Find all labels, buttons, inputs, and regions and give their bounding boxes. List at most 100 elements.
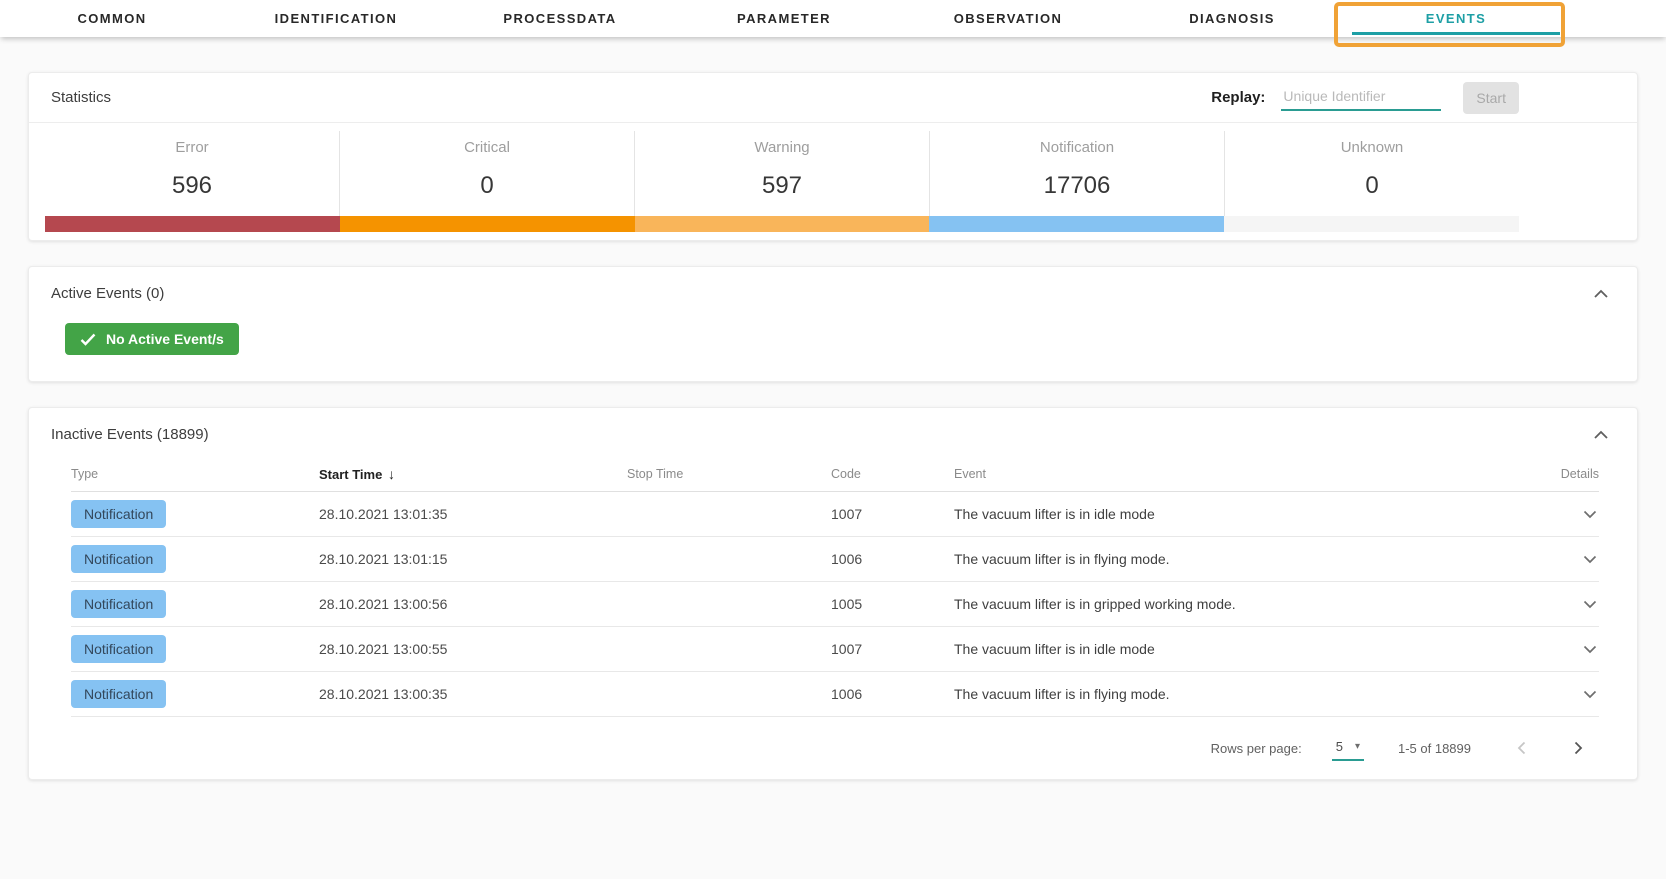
counter-unknown: Unknown 0 (1224, 131, 1519, 216)
column-header-details: Details (1537, 467, 1599, 481)
code-cell: 1007 (831, 641, 954, 657)
tab-parameter[interactable]: PARAMETER (672, 0, 896, 37)
bar-segment-critical (340, 216, 635, 232)
statistics-header: Statistics Replay: Start (29, 73, 1637, 123)
pagination-range-label: 1-5 of 18899 (1398, 741, 1471, 756)
expand-details-button[interactable] (1581, 686, 1599, 703)
statistics-counters: Error 596 Critical 0 Warning 597 Notific… (45, 131, 1519, 216)
event-cell: The vacuum lifter is in flying mode. (954, 551, 1537, 567)
counter-critical: Critical 0 (339, 131, 634, 216)
active-events-title: Active Events (0) (51, 285, 164, 302)
collapse-inactive-events-button[interactable] (1589, 426, 1613, 444)
table-pagination: Rows per page: 5 ▾ 1-5 of 18899 (29, 717, 1637, 779)
tab-label: COMMON (77, 11, 146, 26)
counter-notification: Notification 17706 (929, 131, 1224, 216)
replay-label: Replay: (1211, 89, 1265, 106)
start-time-cell: 28.10.2021 13:00:35 (319, 686, 627, 702)
tab-label: PARAMETER (737, 11, 831, 26)
event-type-chip: Notification (71, 545, 166, 573)
tab-label: DIAGNOSIS (1189, 11, 1275, 26)
tab-identification[interactable]: IDENTIFICATION (224, 0, 448, 37)
counter-label: Error (45, 139, 339, 156)
chevron-down-icon (1583, 510, 1597, 519)
chevron-up-icon (1593, 430, 1609, 440)
expand-details-button[interactable] (1581, 596, 1599, 613)
event-type-chip: Notification (71, 635, 166, 663)
active-events-card: Active Events (0) No Active Event/s (28, 266, 1638, 382)
bar-segment-error (45, 216, 340, 232)
counter-value: 596 (45, 172, 339, 200)
event-cell: The vacuum lifter is in gripped working … (954, 596, 1537, 612)
tab-label: PROCESSDATA (503, 11, 616, 26)
table-row: Notification 28.10.2021 13:00:55 1007 Th… (71, 627, 1599, 672)
highlight-annotation-box (1334, 2, 1565, 47)
start-time-cell: 28.10.2021 13:01:35 (319, 506, 627, 522)
unique-identifier-input[interactable] (1281, 84, 1441, 111)
event-cell: The vacuum lifter is in idle mode (954, 506, 1537, 522)
chevron-down-icon (1583, 600, 1597, 609)
bar-segment-notification (929, 216, 1224, 232)
badge-label: No Active Event/s (106, 331, 224, 347)
bar-segment-unknown (1224, 216, 1519, 232)
statistics-card: Statistics Replay: Start Error 596 Criti… (28, 72, 1638, 241)
start-time-cell: 28.10.2021 13:00:55 (319, 641, 627, 657)
counter-value: 0 (1225, 172, 1519, 200)
column-header-code: Code (831, 467, 954, 481)
chevron-up-icon (1593, 289, 1609, 299)
tab-observation[interactable]: OBSERVATION (896, 0, 1120, 37)
tab-diagnosis[interactable]: DIAGNOSIS (1120, 0, 1344, 37)
events-page: COMMON IDENTIFICATION PROCESSDATA PARAME… (0, 0, 1666, 879)
expand-details-button[interactable] (1581, 506, 1599, 523)
table-row: Notification 28.10.2021 13:01:35 1007 Th… (71, 492, 1599, 537)
tab-label: OBSERVATION (954, 11, 1063, 26)
bar-segment-warning (635, 216, 930, 232)
check-icon (80, 333, 96, 346)
column-header-type: Type (71, 467, 319, 481)
expand-details-button[interactable] (1581, 641, 1599, 658)
counter-value: 17706 (930, 172, 1224, 200)
active-events-header: Active Events (0) (29, 267, 1637, 303)
tab-label: IDENTIFICATION (275, 11, 398, 26)
counter-value: 597 (635, 172, 929, 200)
event-cell: The vacuum lifter is in flying mode. (954, 686, 1537, 702)
statistics-title: Statistics (51, 89, 111, 106)
counter-error: Error 596 (45, 131, 339, 216)
counter-label: Critical (340, 139, 634, 156)
dropdown-arrow-icon: ▾ (1355, 741, 1360, 752)
counter-value: 0 (340, 172, 634, 200)
inactive-events-header: Inactive Events (18899) (29, 408, 1637, 444)
chevron-down-icon (1583, 555, 1597, 564)
tab-list: COMMON IDENTIFICATION PROCESSDATA PARAME… (0, 0, 1568, 37)
next-page-button[interactable] (1570, 737, 1587, 759)
counter-warning: Warning 597 (634, 131, 929, 216)
column-header-event: Event (954, 467, 1537, 481)
collapse-active-events-button[interactable] (1589, 285, 1613, 303)
rows-per-page-select[interactable]: 5 ▾ (1332, 736, 1364, 761)
event-cell: The vacuum lifter is in idle mode (954, 641, 1537, 657)
chevron-down-icon (1583, 690, 1597, 699)
column-header-stop-time: Stop Time (627, 467, 831, 481)
chevron-down-icon (1583, 645, 1597, 654)
table-row: Notification 28.10.2021 13:01:15 1006 Th… (71, 537, 1599, 582)
tab-common[interactable]: COMMON (0, 0, 224, 37)
replay-controls: Replay: Start (1211, 82, 1519, 114)
sort-descending-icon: ↓ (388, 466, 395, 482)
expand-details-button[interactable] (1581, 551, 1599, 568)
event-type-chip: Notification (71, 500, 166, 528)
table-row: Notification 28.10.2021 13:00:56 1005 Th… (71, 582, 1599, 627)
tab-processdata[interactable]: PROCESSDATA (448, 0, 672, 37)
event-type-chip: Notification (71, 590, 166, 618)
rows-per-page-label: Rows per page: (1211, 741, 1302, 756)
main-content: Statistics Replay: Start Error 596 Criti… (28, 72, 1638, 780)
rows-per-page-value: 5 (1336, 739, 1343, 754)
code-cell: 1005 (831, 596, 954, 612)
inactive-events-card: Inactive Events (18899) Type Start Time … (28, 407, 1638, 780)
tab-bar: COMMON IDENTIFICATION PROCESSDATA PARAME… (0, 0, 1666, 37)
table-header-row: Type Start Time ↓ Stop Time Code Event D… (71, 456, 1599, 492)
column-header-label: Start Time (319, 467, 382, 482)
start-button[interactable]: Start (1463, 82, 1519, 114)
column-header-start-time[interactable]: Start Time ↓ (319, 466, 627, 482)
code-cell: 1006 (831, 551, 954, 567)
counter-label: Warning (635, 139, 929, 156)
previous-page-button[interactable] (1513, 737, 1530, 759)
